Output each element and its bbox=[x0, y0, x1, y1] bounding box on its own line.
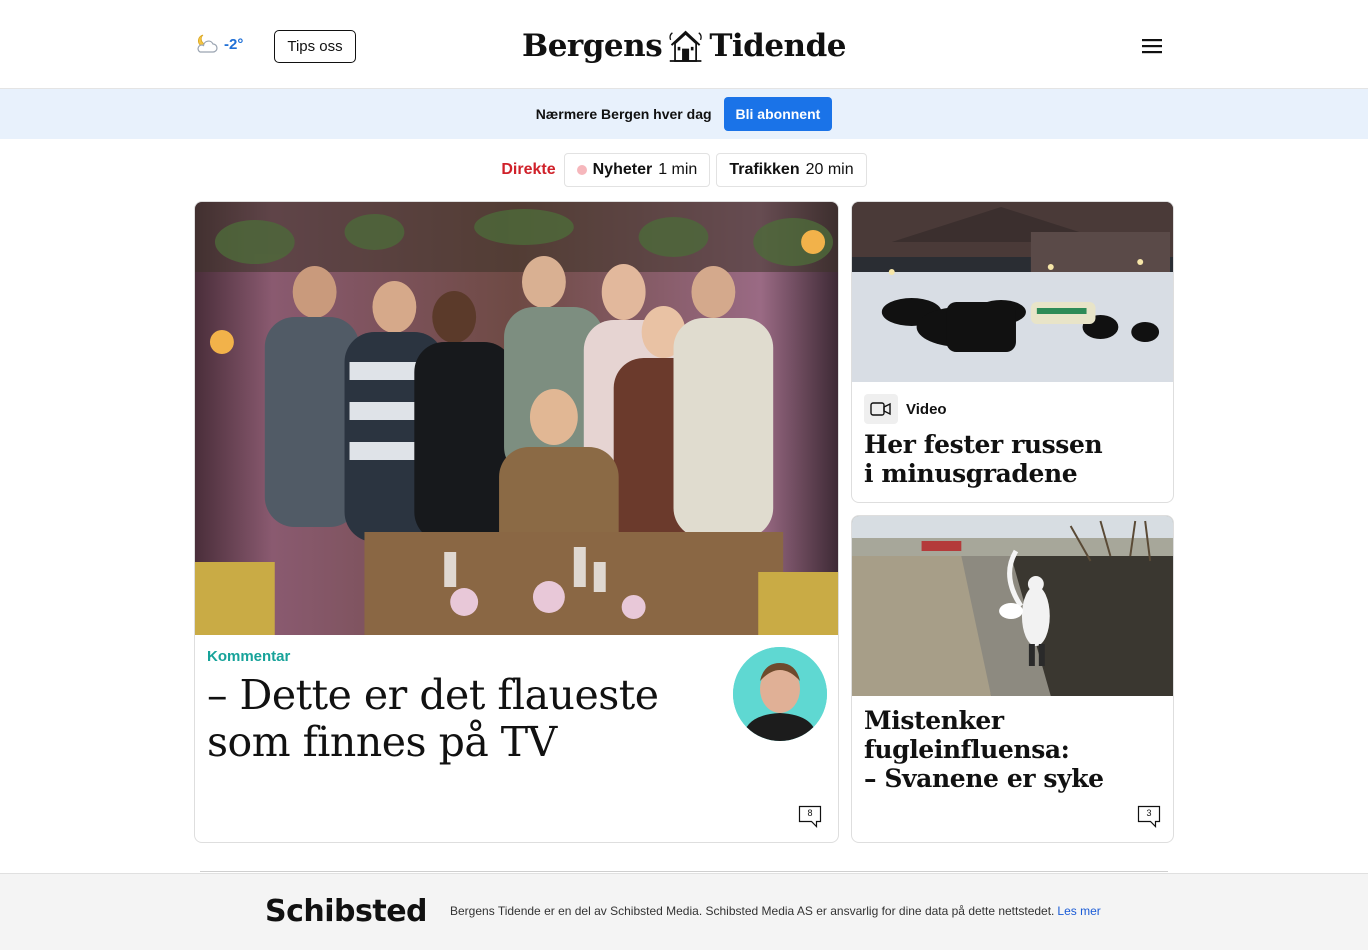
weather-temperature: -2° bbox=[224, 35, 244, 53]
live-chip-title: Trafikken bbox=[729, 161, 800, 178]
side-article-card-video[interactable]: Video Her fester russen i minusgradene bbox=[851, 201, 1174, 503]
live-chip-nyheter[interactable]: Nyheter 1 min bbox=[563, 153, 711, 187]
headline-line: fugleinfluensa: bbox=[864, 735, 1070, 764]
site-logo[interactable]: Bergens Tidende bbox=[522, 20, 846, 72]
live-updates-bar: Direkte Nyheter 1 min Trafikken 20 min bbox=[0, 153, 1368, 187]
footer-disclaimer: Bergens Tidende er en del av Schibsted M… bbox=[450, 904, 1101, 918]
live-indicator-dot bbox=[576, 165, 587, 175]
live-chip-trafikken[interactable]: Trafikken 20 min bbox=[716, 153, 867, 187]
live-chip-time: 1 min bbox=[658, 161, 698, 178]
headline-line: – Svanene er syke bbox=[864, 764, 1104, 793]
main-article-image bbox=[195, 202, 838, 635]
side-article-image bbox=[852, 202, 1173, 382]
main-article-card[interactable]: Kommentar – Dette er det flaueste som fi… bbox=[194, 201, 839, 843]
comment-count: 8 bbox=[807, 808, 813, 818]
comment-count-badge[interactable]: 8 bbox=[798, 805, 824, 829]
read-more-link[interactable]: Les mer bbox=[1057, 904, 1100, 918]
side-article-headline[interactable]: Mistenker fugleinfluensa: – Svanene er s… bbox=[864, 706, 1164, 793]
video-tag: Video bbox=[864, 394, 947, 424]
section-divider bbox=[200, 871, 1168, 872]
subscription-banner: Nærmere Bergen hver dag Bli abonnent bbox=[0, 89, 1368, 139]
comment-count: 3 bbox=[1146, 808, 1152, 818]
partly-cloudy-night-icon bbox=[197, 34, 218, 53]
headline-line: – Dette er det flaueste bbox=[207, 671, 659, 719]
main-article-headline[interactable]: – Dette er det flaueste som finnes på TV bbox=[207, 672, 727, 766]
side-article-headline[interactable]: Her fester russen i minusgradene bbox=[864, 430, 1164, 488]
schibsted-logo: Schibsted bbox=[265, 894, 428, 929]
side-article-card-swans[interactable]: Mistenker fugleinfluensa: – Svanene er s… bbox=[851, 515, 1174, 843]
comment-count-badge[interactable]: 3 bbox=[1137, 805, 1163, 829]
headline-line: i minusgradene bbox=[864, 459, 1078, 488]
logo-crest-icon bbox=[669, 30, 702, 62]
video-camera-icon bbox=[864, 394, 898, 424]
headline-line: Mistenker bbox=[864, 706, 1004, 735]
live-label: Direkte bbox=[501, 161, 556, 178]
site-header: -2° Tips oss Bergens Tidende bbox=[0, 0, 1368, 89]
hamburger-menu-icon[interactable] bbox=[1140, 36, 1164, 56]
logo-right-word: Tidende bbox=[709, 28, 846, 64]
subscription-banner-text: Nærmere Bergen hver dag bbox=[535, 106, 712, 122]
article-kicker: Kommentar bbox=[207, 648, 291, 665]
headline-line: Her fester russen bbox=[864, 430, 1103, 459]
headline-line: som finnes på TV bbox=[207, 718, 557, 766]
schibsted-footer: Schibsted Bergens Tidende er en del av S… bbox=[0, 873, 1368, 950]
subscribe-button[interactable]: Bli abonnent bbox=[723, 97, 833, 131]
video-label: Video bbox=[906, 400, 947, 418]
side-article-image bbox=[852, 516, 1173, 696]
weather-widget[interactable]: -2° bbox=[194, 32, 243, 56]
tips-button[interactable]: Tips oss bbox=[274, 30, 356, 63]
live-chip-title: Nyheter bbox=[592, 161, 653, 178]
live-chip-time: 20 min bbox=[805, 161, 854, 178]
logo-left-word: Bergens bbox=[522, 28, 663, 64]
footer-disclaimer-text: Bergens Tidende er en del av Schibsted M… bbox=[450, 904, 1055, 918]
author-avatar bbox=[733, 647, 827, 741]
